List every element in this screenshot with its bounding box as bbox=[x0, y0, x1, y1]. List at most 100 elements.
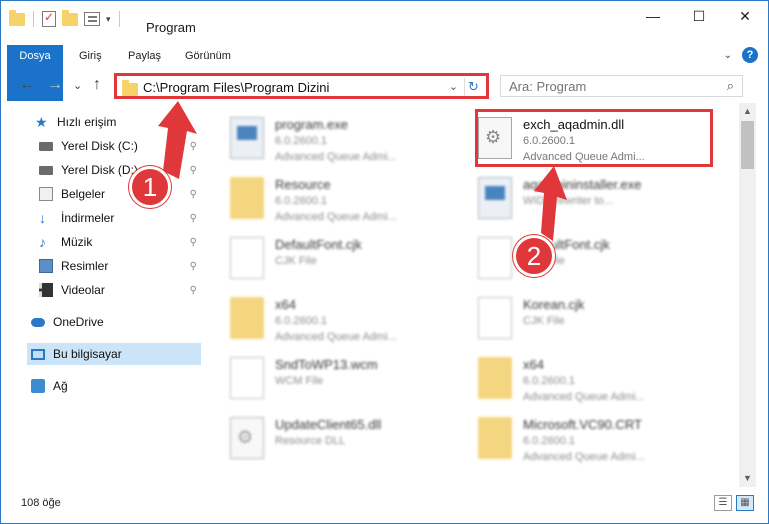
file-name: x64 bbox=[523, 357, 544, 372]
file-item[interactable]: DefaultFont.cjk CJK File bbox=[453, 231, 698, 287]
file-item[interactable]: aqadmininstaller.exe WIDI Rewriter to... bbox=[453, 171, 698, 227]
file-item[interactable]: DefaultFont.cjk CJK File bbox=[205, 231, 450, 287]
sidebar-item-label: Resimler bbox=[61, 259, 109, 273]
file-item[interactable]: program.exe 6.0.2600.1 Advanced Queue Ad… bbox=[205, 111, 450, 167]
pin-icon[interactable]: ⚲ bbox=[190, 261, 197, 272]
sidebar-item-network[interactable]: Ağ bbox=[31, 375, 201, 397]
search-box[interactable]: ⌕ bbox=[500, 75, 743, 97]
file-detail: WIDI Rewriter to... bbox=[523, 195, 613, 207]
help-icon[interactable]: ? bbox=[742, 47, 758, 63]
file-item[interactable]: Microsoft.VC90.CRT 6.0.2600.1 Advanced Q… bbox=[453, 411, 698, 467]
pin-icon[interactable]: ⚲ bbox=[190, 213, 197, 224]
sidebar-item-videos[interactable]: Videolar ⚲ bbox=[39, 279, 203, 301]
explorer-window: ▾ Program — ☐ ✕ Dosya Giriş Paylaş Görün… bbox=[0, 0, 769, 524]
expand-ribbon-icon[interactable]: ⌄ bbox=[724, 50, 732, 61]
pin-icon[interactable]: ⚲ bbox=[190, 237, 197, 248]
gear-icon: ⚙ bbox=[237, 427, 254, 447]
up-button[interactable]: ↑ bbox=[93, 76, 101, 94]
back-button[interactable]: ← bbox=[19, 76, 35, 94]
file-detail: CJK File bbox=[523, 315, 565, 327]
file-detail: Advanced Queue Admi... bbox=[275, 331, 397, 343]
music-icon: ♪ bbox=[39, 234, 46, 250]
properties-icon[interactable] bbox=[84, 12, 100, 26]
details-view-icon[interactable]: ☰ bbox=[714, 495, 732, 511]
sidebar-item-this-pc[interactable]: Bu bilgisayar bbox=[27, 343, 201, 365]
new-folder-icon[interactable] bbox=[62, 9, 78, 26]
pin-icon[interactable]: ⚲ bbox=[190, 285, 197, 296]
pin-icon[interactable]: ⚲ bbox=[190, 141, 197, 152]
sidebar-item-label: Belgeler bbox=[61, 187, 106, 201]
cloud-icon bbox=[31, 317, 45, 327]
file-item[interactable]: Korean.cjk CJK File bbox=[453, 291, 698, 347]
sidebar-item-label: Müzik bbox=[61, 235, 93, 249]
computer-icon bbox=[31, 348, 45, 360]
file-name: program.exe bbox=[275, 117, 348, 132]
maximize-button[interactable]: ☐ bbox=[676, 1, 722, 31]
step-1-badge: 1 bbox=[129, 166, 171, 208]
pin-icon[interactable]: ⚲ bbox=[190, 165, 197, 176]
tab-home[interactable]: Giriş bbox=[79, 45, 102, 67]
file-detail: 6.0.2600.1 bbox=[523, 435, 575, 447]
ribbon-tabs: Dosya Giriş Paylaş Görünüm ⌄ ? bbox=[1, 45, 768, 101]
tiles-view-icon[interactable]: ▦ bbox=[736, 495, 754, 511]
dll-file-icon: ⚙ bbox=[230, 417, 264, 459]
vertical-scrollbar[interactable]: ▲ ▼ bbox=[739, 103, 756, 487]
folder-icon bbox=[478, 417, 512, 459]
file-item[interactable]: x64 6.0.2600.1 Advanced Queue Admi... bbox=[205, 291, 450, 347]
sidebar-item-music[interactable]: ♪ Müzik ⚲ bbox=[39, 231, 203, 253]
exe-file-icon bbox=[478, 177, 512, 219]
pin-icon[interactable]: ⚲ bbox=[190, 189, 197, 200]
file-item[interactable]: Resource 6.0.2600.1 Advanced Queue Admi.… bbox=[205, 171, 450, 227]
sidebar-item-disk-d[interactable]: Yerel Disk (D:) ⚲ bbox=[39, 159, 203, 181]
scroll-up-icon[interactable]: ▲ bbox=[739, 103, 756, 120]
document-file-icon bbox=[478, 297, 512, 339]
sidebar-item-label: Bu bilgisayar bbox=[53, 347, 122, 361]
properties-check-icon[interactable] bbox=[42, 10, 56, 27]
close-button[interactable]: ✕ bbox=[722, 1, 768, 31]
scroll-down-icon[interactable]: ▼ bbox=[739, 470, 756, 487]
file-name: DefaultFont.cjk bbox=[275, 237, 362, 252]
recent-locations-icon[interactable]: ⌄ bbox=[73, 79, 82, 92]
file-item[interactable]: SndToWP13.wcm WCM File bbox=[205, 351, 450, 407]
address-path[interactable]: C:\Program Files\Program Dizini bbox=[143, 80, 329, 95]
file-name: Microsoft.VC90.CRT bbox=[523, 417, 642, 432]
divider bbox=[33, 11, 34, 27]
sidebar-item-pictures[interactable]: Resimler ⚲ bbox=[39, 255, 203, 277]
document-file-icon bbox=[230, 357, 264, 399]
scroll-thumb[interactable] bbox=[741, 121, 754, 169]
file-detail: 6.0.2600.1 bbox=[523, 375, 575, 387]
tab-share[interactable]: Paylaş bbox=[128, 45, 161, 67]
file-detail: Advanced Queue Admi... bbox=[275, 211, 397, 223]
address-dropdown-icon[interactable]: ⌄ bbox=[449, 80, 458, 93]
search-icon[interactable]: ⌕ bbox=[727, 78, 734, 94]
file-detail: Resource DLL bbox=[275, 435, 346, 447]
sidebar-item-disk-c[interactable]: Yerel Disk (C:) ⚲ bbox=[39, 135, 203, 157]
sidebar-item-label: İndirmeler bbox=[61, 211, 115, 225]
sidebar-item-label: Hızlı erişim bbox=[57, 115, 117, 129]
navigation-pane: ★ Hızlı erişim Yerel Disk (C:) ⚲ Yerel D… bbox=[1, 109, 205, 487]
search-input[interactable] bbox=[509, 76, 719, 96]
address-bar[interactable]: C:\Program Files\Program Dizini ⌄ ↻ bbox=[114, 73, 489, 99]
folder-icon bbox=[122, 80, 138, 96]
file-item[interactable]: ⚙ UpdateClient65.dll Resource DLL bbox=[205, 411, 450, 467]
videos-icon bbox=[39, 283, 53, 297]
file-name: aqadmininstaller.exe bbox=[523, 177, 642, 192]
file-detail: Advanced Queue Admi... bbox=[275, 151, 397, 163]
refresh-icon[interactable]: ↻ bbox=[464, 78, 482, 96]
qat-dropdown-icon[interactable]: ▾ bbox=[106, 14, 111, 25]
sidebar-item-onedrive[interactable]: OneDrive bbox=[31, 311, 201, 333]
sidebar-item-documents[interactable]: Belgeler ⚲ bbox=[39, 183, 203, 205]
forward-button[interactable]: → bbox=[47, 76, 63, 94]
documents-icon bbox=[39, 187, 53, 201]
file-item[interactable]: x64 6.0.2600.1 Advanced Queue Admi... bbox=[453, 351, 698, 407]
file-detail: WCM File bbox=[275, 375, 324, 387]
tab-view[interactable]: Görünüm bbox=[185, 45, 231, 67]
minimize-button[interactable]: — bbox=[630, 1, 676, 31]
sidebar-item-label: Yerel Disk (C:) bbox=[61, 139, 138, 153]
file-detail: CJK File bbox=[275, 255, 317, 267]
title-bar: ▾ Program — ☐ ✕ bbox=[1, 1, 768, 39]
sidebar-item-downloads[interactable]: ↓ İndirmeler ⚲ bbox=[39, 207, 203, 229]
step-2-badge: 2 bbox=[513, 235, 555, 277]
sidebar-item-label: Ağ bbox=[53, 379, 68, 393]
sidebar-item-label: OneDrive bbox=[53, 315, 104, 329]
